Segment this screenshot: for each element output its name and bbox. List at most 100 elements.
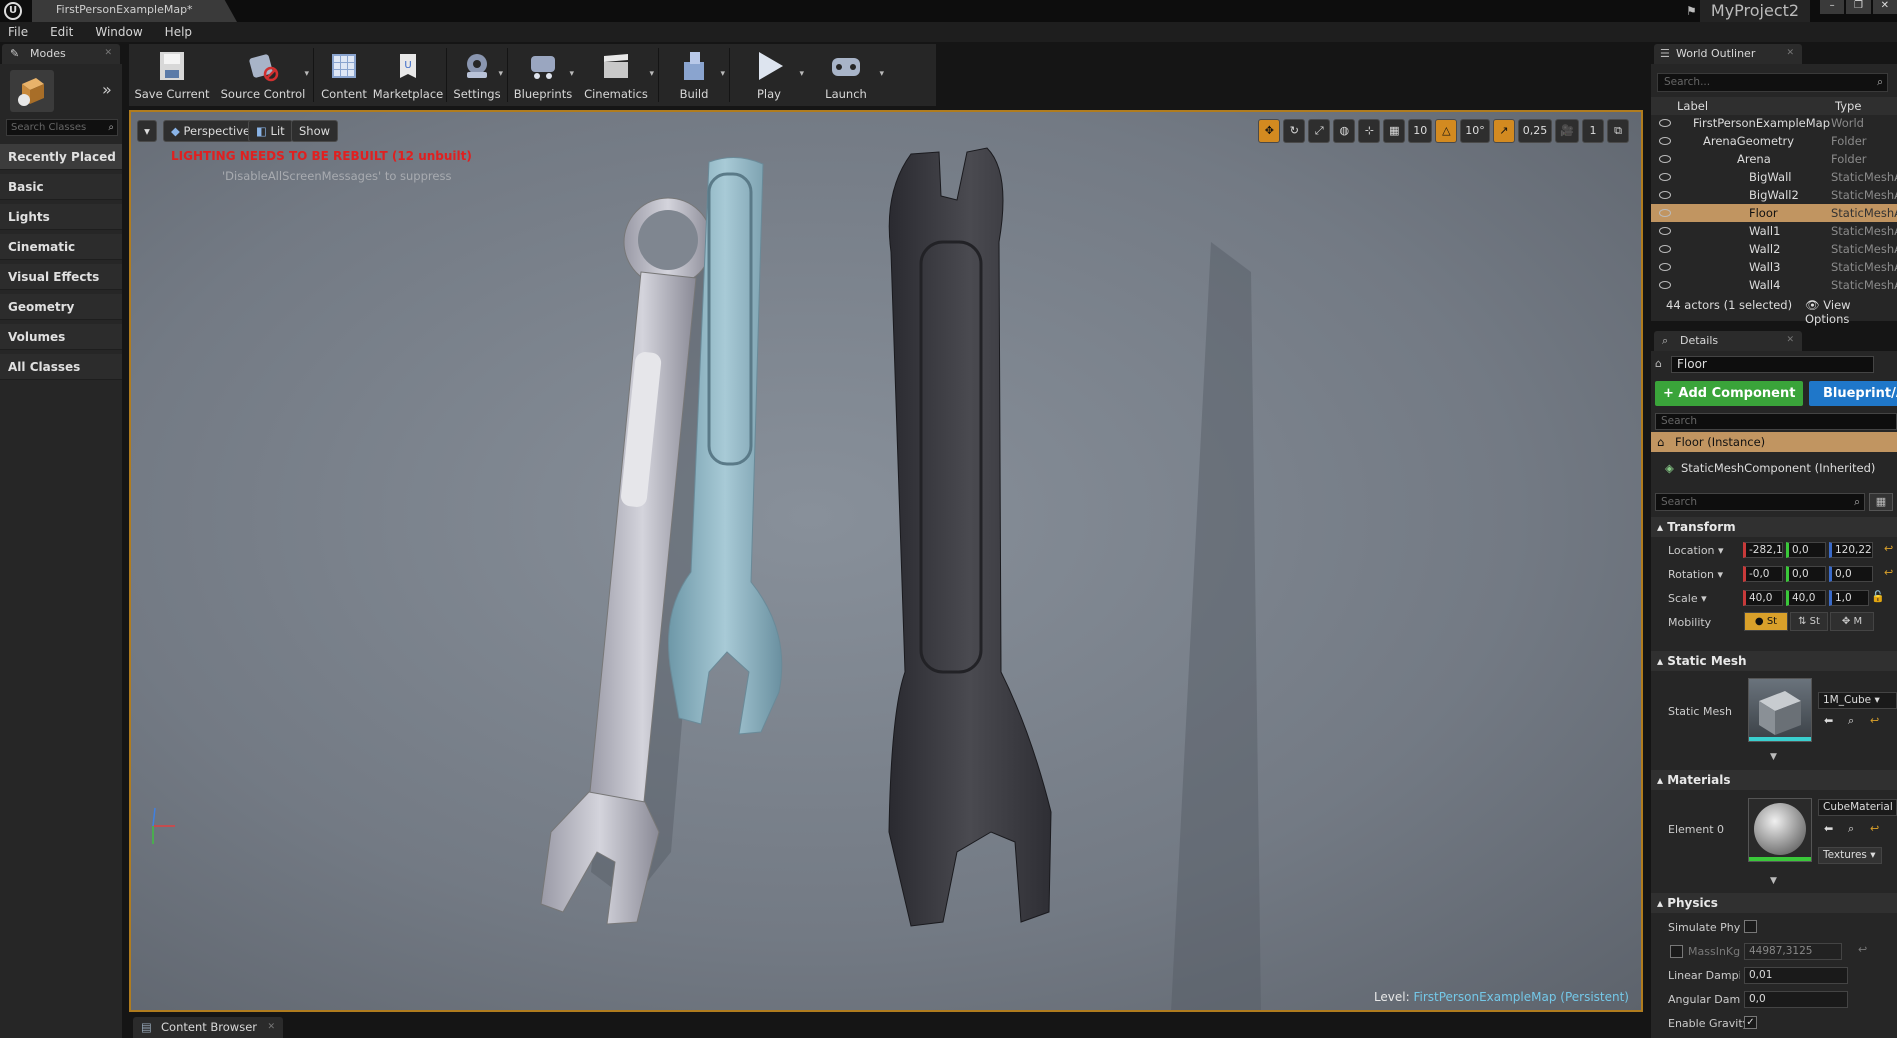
reset-icon[interactable]: ↩ (1870, 822, 1879, 835)
component-mesh-row[interactable]: ◈ StaticMeshComponent (Inherited) (1651, 458, 1897, 478)
mesh-thumbnail[interactable] (1748, 678, 1812, 742)
scale-x-field[interactable]: 40,0 (1743, 590, 1783, 606)
component-search-input[interactable]: Search (1655, 413, 1897, 430)
category-visual-effects[interactable]: Visual Effects (0, 264, 122, 290)
close-tab-icon[interactable]: ✕ (1786, 331, 1794, 350)
add-component-button[interactable]: + Add Component ▾ (1655, 381, 1803, 425)
lit-button[interactable]: ◧ Lit (248, 120, 293, 142)
material-dropdown[interactable]: CubeMaterial ▾ (1818, 799, 1897, 816)
level-viewport[interactable]: ▾ ◆ Perspective ◧ Lit Show LIGHTING NEED… (129, 110, 1643, 1012)
visibility-eye-icon[interactable] (1659, 155, 1671, 163)
component-instance-row[interactable]: ⌂ Floor (Instance) (1651, 432, 1897, 452)
linear-damping-field[interactable]: 0,01 (1744, 967, 1848, 984)
material-thumbnail[interactable] (1748, 798, 1812, 862)
menu-file[interactable]: File (8, 25, 28, 39)
scale-tool-icon[interactable]: ⤢ (1308, 119, 1331, 143)
category-recently-placed[interactable]: Recently Placed (0, 144, 122, 170)
content-button[interactable]: Content (316, 44, 372, 106)
mobility-static-button[interactable]: ● St (1744, 612, 1788, 631)
scale-label[interactable]: Scale ▾ (1668, 592, 1707, 605)
label-column-header[interactable]: Label (1677, 99, 1708, 113)
location-label[interactable]: Location ▾ (1668, 544, 1724, 557)
category-lights[interactable]: Lights (0, 204, 122, 230)
outliner-search-input[interactable]: Search... ⌕ (1657, 73, 1888, 92)
transform-section[interactable]: ▴ Transform (1651, 517, 1897, 537)
outliner-row[interactable]: Arena Folder (1651, 150, 1897, 168)
use-selected-arrow-icon[interactable]: ⬅ (1824, 822, 1833, 835)
rotate-tool-icon[interactable]: ↻ (1283, 119, 1306, 143)
play-button[interactable]: Play ▾ (732, 44, 806, 106)
grid-snap-value[interactable]: 10 (1408, 119, 1433, 143)
location-z-field[interactable]: 120,22 (1829, 542, 1873, 558)
reset-icon[interactable]: ↩ (1884, 542, 1893, 555)
document-tab[interactable]: FirstPersonExampleMap* (32, 0, 237, 22)
visibility-eye-icon[interactable] (1659, 191, 1671, 199)
mass-override-checkbox[interactable] (1670, 945, 1683, 958)
reset-icon[interactable]: ↩ (1870, 714, 1879, 727)
reset-icon[interactable]: ↩ (1858, 943, 1867, 956)
category-volumes[interactable]: Volumes (0, 324, 122, 350)
launch-button[interactable]: Launch ▾ (806, 44, 886, 106)
visibility-eye-icon[interactable] (1659, 137, 1671, 145)
expand-icon[interactable]: ▼ (1770, 876, 1777, 886)
category-basic[interactable]: Basic (0, 174, 122, 200)
feedback-icon[interactable]: ⚑ (1686, 4, 1697, 18)
rotation-snap-icon[interactable]: △ (1435, 119, 1458, 143)
close-tab-icon[interactable]: ✕ (267, 1017, 275, 1037)
category-all-classes[interactable]: All Classes (0, 354, 122, 380)
physics-section[interactable]: ▴ Physics (1651, 893, 1897, 913)
minimize-button[interactable]: – (1820, 0, 1845, 14)
rotation-z-field[interactable]: 0,0 (1829, 566, 1873, 582)
static-mesh-dropdown[interactable]: 1M_Cube ▾ (1818, 692, 1897, 709)
rotation-x-field[interactable]: -0,0 (1743, 566, 1783, 582)
category-cinematic[interactable]: Cinematic (0, 234, 122, 260)
close-tab-icon[interactable]: ✕ (1786, 44, 1794, 63)
angular-damping-field[interactable]: 0,0 (1744, 991, 1848, 1008)
scale-z-field[interactable]: 1,0 (1829, 590, 1869, 606)
rotation-label[interactable]: Rotation ▾ (1668, 568, 1723, 581)
dropdown-arrow-icon[interactable]: ▾ (649, 69, 654, 79)
actor-name-field[interactable]: Floor (1671, 356, 1874, 373)
blueprints-button[interactable]: Blueprints ▾ (510, 44, 576, 106)
menu-help[interactable]: Help (165, 25, 192, 39)
property-matrix-icon[interactable]: ▦ (1869, 493, 1893, 511)
visibility-eye-icon[interactable] (1659, 281, 1671, 289)
outliner-row[interactable]: BigWall2StaticMeshActor (1651, 186, 1897, 204)
maximize-viewport-icon[interactable]: ⧉ (1607, 119, 1629, 143)
perspective-button[interactable]: ◆ Perspective (163, 120, 259, 142)
blueprint-button[interactable]: Blueprint/Add Script (1809, 381, 1897, 406)
outliner-row[interactable]: Wall1StaticMeshActor (1651, 222, 1897, 240)
use-selected-arrow-icon[interactable]: ⬅ (1824, 714, 1833, 727)
rotation-y-field[interactable]: 0,0 (1786, 566, 1826, 582)
save-current-button[interactable]: Save Current (129, 44, 215, 106)
visibility-eye-icon[interactable] (1659, 119, 1671, 127)
marketplace-button[interactable]: U Marketplace (372, 44, 444, 106)
modes-tab[interactable]: ✎ Modes ✕ (2, 44, 120, 64)
visibility-eye-icon[interactable] (1659, 173, 1671, 181)
content-browser-tab[interactable]: ▤ Content Browser ✕ (133, 1017, 283, 1038)
world-outliner-tab[interactable]: ☰ World Outliner ✕ (1654, 44, 1802, 64)
materials-section[interactable]: ▴ Materials (1651, 770, 1897, 790)
search-classes-input[interactable]: Search Classes ⌕ (6, 119, 118, 136)
category-geometry[interactable]: Geometry (0, 294, 122, 320)
dark-wrench[interactable] (888, 147, 1052, 927)
world-space-icon[interactable]: ◍ (1333, 119, 1356, 143)
dropdown-arrow-icon[interactable]: ▾ (569, 69, 574, 79)
grid-snap-icon[interactable]: ▦ (1383, 119, 1406, 143)
dropdown-arrow-icon[interactable]: ▾ (498, 69, 503, 79)
scale-snap-value[interactable]: 0,25 (1517, 119, 1553, 143)
scale-snap-icon[interactable]: ↗ (1492, 119, 1515, 143)
maximize-button[interactable]: ❐ (1846, 0, 1871, 14)
viewport-options-button[interactable]: ▾ (137, 120, 157, 142)
settings-button[interactable]: Settings ▾ (449, 44, 505, 106)
browse-icon[interactable]: ⌕ (1848, 714, 1854, 728)
visibility-eye-icon[interactable] (1659, 209, 1671, 217)
outliner-row[interactable]: Wall4StaticMeshActor (1651, 276, 1897, 290)
source-control-button[interactable]: Source Control ▾ (215, 44, 311, 106)
menu-edit[interactable]: Edit (50, 25, 73, 39)
menu-window[interactable]: Window (95, 25, 142, 39)
outliner-row[interactable]: BigWallStaticMeshActor (1651, 168, 1897, 186)
mobility-stationary-button[interactable]: ⇅ St (1790, 612, 1828, 631)
details-tab[interactable]: ⌕ Details ✕ (1654, 331, 1802, 351)
dropdown-arrow-icon[interactable]: ▾ (799, 69, 804, 79)
